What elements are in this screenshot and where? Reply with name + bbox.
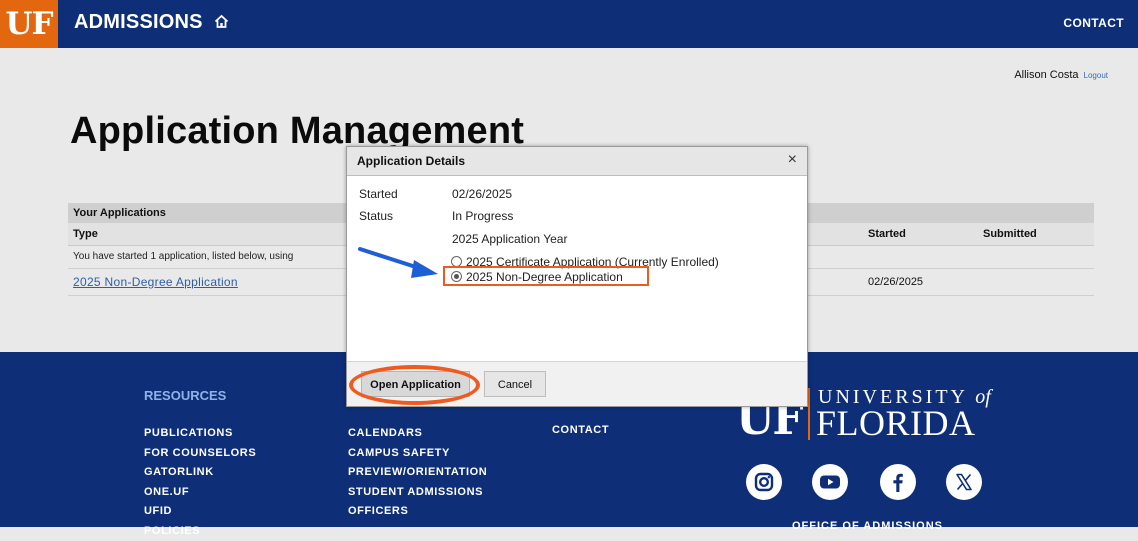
arrow-annotation-icon <box>358 245 448 285</box>
footer-links-column-2: CALENDARS CAMPUS SAFETY PREVIEW/ORIENTAT… <box>348 424 487 522</box>
uf-logo[interactable]: UF <box>0 0 58 48</box>
top-navigation-bar: UF ADMISSIONS CONTACT <box>0 0 1138 48</box>
footer-link-campus-safety[interactable]: CAMPUS SAFETY <box>348 444 487 464</box>
column-header-started: Started <box>868 223 906 245</box>
home-icon[interactable] <box>214 14 229 29</box>
footer-resources-heading: RESOURCES <box>144 388 226 403</box>
footer-link-for-counselors[interactable]: FOR COUNSELORS <box>144 444 256 464</box>
site-title-text[interactable]: ADMISSIONS <box>74 11 203 33</box>
footer-link-preview-orientation[interactable]: PREVIEW/ORIENTATION <box>348 463 487 483</box>
application-link[interactable]: 2025 Non-Degree Application <box>73 269 238 295</box>
instagram-icon[interactable] <box>746 464 782 500</box>
column-header-submitted: Submitted <box>983 223 1037 245</box>
status-label: Status <box>359 209 393 223</box>
footer-link-one-uf[interactable]: ONE.UF <box>144 483 256 503</box>
header-contact-link[interactable]: CONTACT <box>1063 16 1124 30</box>
youtube-icon[interactable] <box>812 464 848 500</box>
highlight-box-annotation <box>443 266 649 286</box>
facebook-icon[interactable] <box>880 464 916 500</box>
dialog-title: Application Details <box>357 154 465 168</box>
footer-link-officers[interactable]: OFFICERS <box>348 502 487 522</box>
footer-contact-link[interactable]: CONTACT <box>552 424 609 436</box>
user-name: Allison Costa <box>1014 69 1078 81</box>
user-area: Allison Costa Logout <box>1014 69 1108 81</box>
university-wordmark-line2: FLORIDA <box>816 402 976 444</box>
university-of: of <box>975 386 991 408</box>
footer-link-student-admissions[interactable]: STUDENT ADMISSIONS <box>348 483 487 503</box>
x-icon[interactable] <box>946 464 982 500</box>
close-icon[interactable]: × <box>788 151 797 169</box>
logout-link[interactable]: Logout <box>1084 71 1108 80</box>
status-value: In Progress <box>452 209 513 223</box>
footer-office-label: OFFICE OF ADMISSIONS <box>792 520 943 532</box>
footer-link-ufid[interactable]: UFID <box>144 502 256 522</box>
started-value: 02/26/2025 <box>452 187 512 201</box>
cancel-button[interactable]: Cancel <box>484 371 546 397</box>
site-title[interactable]: ADMISSIONS <box>74 11 229 34</box>
highlight-ring-annotation <box>349 365 480 405</box>
footer-link-gatorlink[interactable]: GATORLINK <box>144 463 256 483</box>
application-year-label: 2025 Application Year <box>452 232 567 246</box>
dialog-header: Application Details × <box>347 147 807 176</box>
footer-logo-divider <box>808 388 810 440</box>
footer-link-policies[interactable]: POLICIES <box>144 522 256 541</box>
column-header-type: Type <box>73 223 98 245</box>
footer-link-calendars[interactable]: CALENDARS <box>348 424 487 444</box>
footer-links-column-1: PUBLICATIONS FOR COUNSELORS GATORLINK ON… <box>144 424 256 541</box>
application-started-date: 02/26/2025 <box>868 269 923 295</box>
footer-link-publications[interactable]: PUBLICATIONS <box>144 424 256 444</box>
started-label: Started <box>359 187 398 201</box>
